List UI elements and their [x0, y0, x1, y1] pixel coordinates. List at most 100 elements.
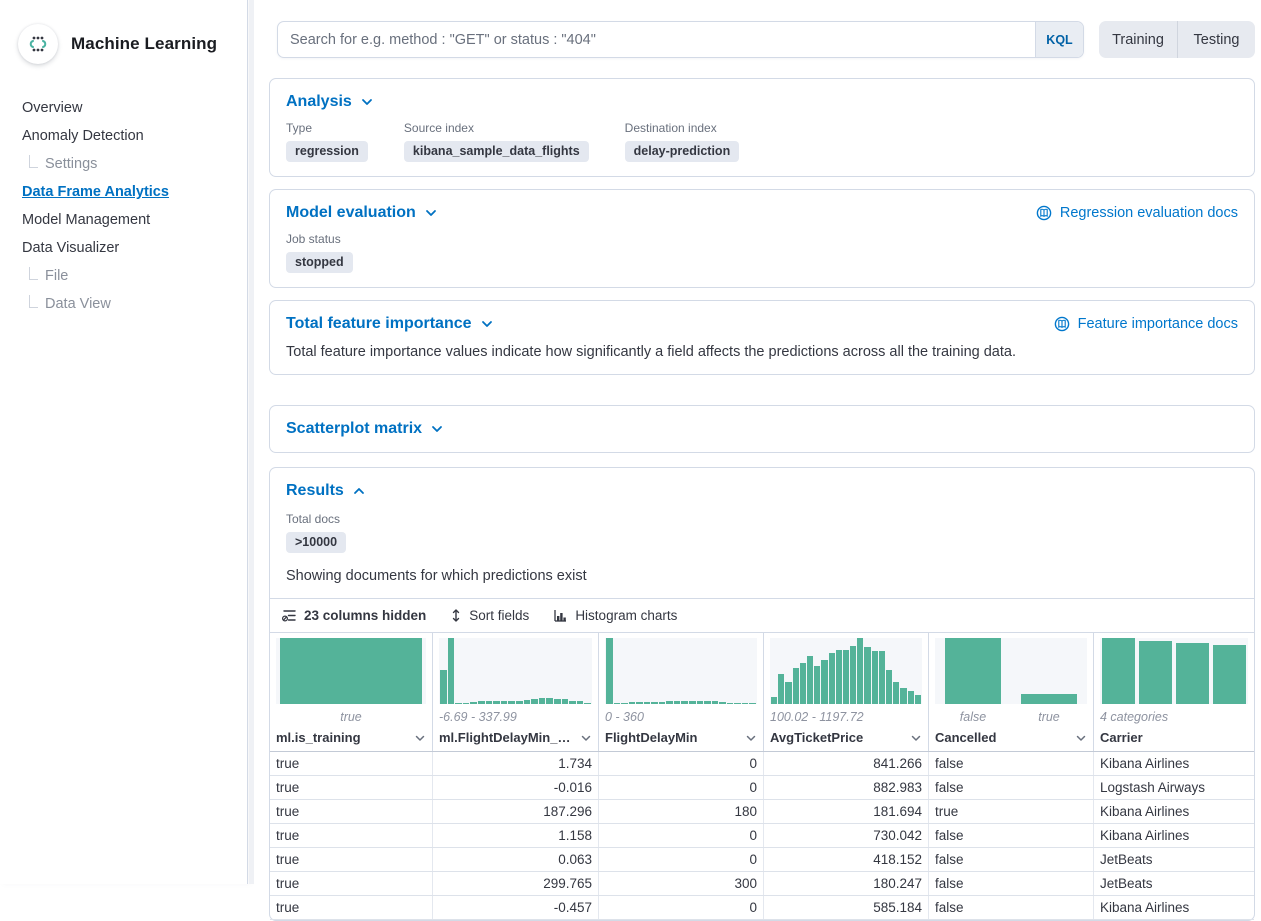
- results-panel: Results Total docs >10000 Showing docume…: [269, 467, 1255, 921]
- model-evaluation-title: Model evaluation: [286, 204, 416, 222]
- grid-cell-AvgTicketPrice[interactable]: 882.983: [763, 776, 928, 799]
- grid-cell-ml.FlightDelayMin_pred[interactable]: 187.296: [432, 800, 598, 823]
- tree-branch-icon: [29, 295, 38, 308]
- column-name: ml.FlightDelayMin_pred: [439, 730, 576, 745]
- grid-cell-Carrier[interactable]: JetBeats: [1093, 848, 1254, 871]
- column-actions-chevron-icon[interactable]: [580, 732, 592, 744]
- source-index-badge: kibana_sample_data_flights: [404, 141, 589, 162]
- main-content: KQL Training Testing Analysis Type regre…: [249, 0, 1261, 884]
- column-actions-chevron-icon[interactable]: [414, 732, 426, 744]
- column-histogram: [439, 638, 592, 704]
- feature-importance-description: Total feature importance values indicate…: [286, 344, 1238, 360]
- grid-cell-ml.is_training[interactable]: true: [270, 800, 432, 823]
- column-range-label: 4 categories: [1100, 707, 1248, 727]
- column-range-label: 100.02 - 1197.72: [770, 707, 922, 727]
- grid-cell-AvgTicketPrice[interactable]: 585.184: [763, 896, 928, 919]
- table-row: true1.1580730.042falseKibana Airlines: [270, 824, 1254, 848]
- grid-cell-Carrier[interactable]: Logstash Airways: [1093, 776, 1254, 799]
- testing-button[interactable]: Testing: [1177, 21, 1255, 58]
- grid-cell-ml.FlightDelayMin_pred[interactable]: 1.158: [432, 824, 598, 847]
- field-label: Total docs: [286, 512, 346, 526]
- grid-cell-FlightDelayMin[interactable]: 0: [598, 824, 763, 847]
- kql-language-button[interactable]: KQL: [1035, 22, 1083, 57]
- sort-icon: [450, 608, 462, 623]
- table-row: true-0.0160882.983falseLogstash Airways: [270, 776, 1254, 800]
- column-actions-chevron-icon[interactable]: [745, 732, 757, 744]
- grid-cell-Carrier[interactable]: Kibana Airlines: [1093, 800, 1254, 823]
- sidebar-item-overview[interactable]: Overview: [0, 94, 247, 122]
- scatterplot-matrix-panel: Scatterplot matrix: [269, 405, 1255, 453]
- grid-cell-ml.is_training[interactable]: true: [270, 824, 432, 847]
- type-badge: regression: [286, 141, 368, 162]
- grid-cell-Cancelled[interactable]: false: [928, 776, 1093, 799]
- grid-cell-Cancelled[interactable]: false: [928, 896, 1093, 919]
- sidebar-item-anomaly-detection[interactable]: Anomaly Detection: [0, 122, 247, 150]
- grid-column-header-AvgTicketPrice[interactable]: 100.02 - 1197.72 AvgTicketPrice: [763, 633, 928, 751]
- grid-cell-AvgTicketPrice[interactable]: 730.042: [763, 824, 928, 847]
- grid-cell-ml.FlightDelayMin_pred[interactable]: 1.734: [432, 752, 598, 775]
- chevron-down-icon: [425, 207, 437, 219]
- feature-importance-panel-toggle[interactable]: Total feature importance: [286, 315, 493, 333]
- grid-column-header-Carrier[interactable]: 4 categoriesCarrier: [1093, 633, 1254, 751]
- app-title: Machine Learning: [71, 34, 217, 54]
- grid-cell-Carrier[interactable]: Kibana Airlines: [1093, 752, 1254, 775]
- grid-cell-Cancelled[interactable]: false: [928, 824, 1093, 847]
- grid-cell-Cancelled[interactable]: false: [928, 848, 1093, 871]
- field-label: Job status: [286, 232, 353, 246]
- column-range-label: falsetrue: [935, 707, 1087, 727]
- grid-cell-Cancelled[interactable]: false: [928, 752, 1093, 775]
- column-histogram: [1100, 638, 1248, 704]
- search-input[interactable]: [278, 22, 1035, 57]
- results-panel-toggle[interactable]: Results: [286, 482, 365, 500]
- grid-cell-Carrier[interactable]: Kibana Airlines: [1093, 896, 1254, 919]
- grid-cell-AvgTicketPrice[interactable]: 841.266: [763, 752, 928, 775]
- machine-learning-logo-icon: [18, 24, 58, 64]
- grid-cell-FlightDelayMin[interactable]: 0: [598, 752, 763, 775]
- grid-cell-ml.is_training[interactable]: true: [270, 752, 432, 775]
- feature-importance-docs-link[interactable]: Feature importance docs: [1054, 316, 1238, 332]
- grid-cell-ml.FlightDelayMin_pred[interactable]: -0.457: [432, 896, 598, 919]
- grid-cell-FlightDelayMin[interactable]: 0: [598, 848, 763, 871]
- sort-fields-button[interactable]: Sort fields: [448, 604, 531, 627]
- grid-column-header-ml.is_training[interactable]: trueml.is_training: [270, 633, 432, 751]
- column-actions-chevron-icon[interactable]: [1075, 732, 1087, 744]
- grid-cell-ml.is_training[interactable]: true: [270, 776, 432, 799]
- scatterplot-matrix-panel-toggle[interactable]: Scatterplot matrix: [286, 420, 443, 438]
- column-actions-chevron-icon[interactable]: [910, 732, 922, 744]
- model-evaluation-panel-toggle[interactable]: Model evaluation: [286, 204, 437, 222]
- grid-column-header-Cancelled[interactable]: falsetrueCancelled: [928, 633, 1093, 751]
- job-status-field: Job status stopped: [286, 232, 353, 273]
- grid-cell-Cancelled[interactable]: true: [928, 800, 1093, 823]
- grid-cell-ml.is_training[interactable]: true: [270, 848, 432, 871]
- grid-cell-ml.is_training[interactable]: true: [270, 896, 432, 919]
- regression-evaluation-docs-link[interactable]: Regression evaluation docs: [1036, 205, 1238, 221]
- sidebar-nav: Overview Anomaly Detection Settings Data…: [0, 94, 247, 318]
- training-testing-toggle: Training Testing: [1099, 21, 1255, 58]
- grid-cell-AvgTicketPrice[interactable]: 418.152: [763, 848, 928, 871]
- sidebar-item-data-frame-analytics[interactable]: Data Frame Analytics: [0, 178, 247, 206]
- grid-cell-AvgTicketPrice[interactable]: 181.694: [763, 800, 928, 823]
- column-range-label: 0 - 360: [605, 707, 757, 727]
- sidebar-item-data-visualizer[interactable]: Data Visualizer: [0, 234, 247, 262]
- sidebar-item-file[interactable]: File: [0, 262, 247, 290]
- grid-column-header-FlightDelayMin[interactable]: 0 - 360FlightDelayMin: [598, 633, 763, 751]
- training-button[interactable]: Training: [1099, 21, 1177, 58]
- grid-cell-ml.FlightDelayMin_pred[interactable]: 0.063: [432, 848, 598, 871]
- grid-cell-ml.FlightDelayMin_pred[interactable]: -0.016: [432, 776, 598, 799]
- grid-cell-FlightDelayMin[interactable]: 0: [598, 776, 763, 799]
- sidebar-item-settings[interactable]: Settings: [0, 150, 247, 178]
- sidebar-item-model-management[interactable]: Model Management: [0, 206, 247, 234]
- grid-cell-FlightDelayMin[interactable]: 180: [598, 800, 763, 823]
- grid-column-header-ml.FlightDelayMin_pred[interactable]: -6.69 - 337.99ml.FlightDelayMin_pred: [432, 633, 598, 751]
- results-data-grid: 23 columns hidden Sort fields Histogram …: [270, 598, 1254, 920]
- column-histogram: [276, 638, 426, 704]
- columns-hidden-button[interactable]: 23 columns hidden: [280, 604, 428, 627]
- histogram-charts-button[interactable]: Histogram charts: [551, 604, 679, 627]
- column-name: AvgTicketPrice: [770, 730, 863, 745]
- grid-cell-FlightDelayMin[interactable]: 0: [598, 896, 763, 919]
- analysis-panel-toggle[interactable]: Analysis: [286, 93, 373, 111]
- search-row: KQL Training Testing: [277, 21, 1255, 58]
- sidebar-item-data-view[interactable]: Data View: [0, 290, 247, 318]
- grid-cell-Carrier[interactable]: Kibana Airlines: [1093, 824, 1254, 847]
- table-row: true1.7340841.266falseKibana Airlines: [270, 752, 1254, 776]
